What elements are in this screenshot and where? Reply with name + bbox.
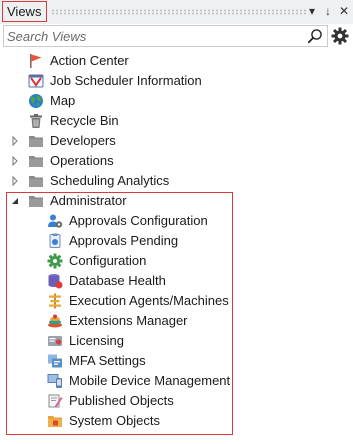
tree-item-label: Action Center bbox=[50, 53, 129, 68]
tree-item-licensing[interactable]: Licensing bbox=[47, 331, 124, 351]
panel-title: Views bbox=[2, 1, 47, 22]
search-icon[interactable] bbox=[307, 28, 323, 44]
tree-item-system-objects[interactable]: System Objects bbox=[47, 411, 160, 431]
approvals-config-icon bbox=[48, 214, 63, 228]
tree-item-label: System Objects bbox=[69, 413, 161, 428]
folder-developers[interactable]: Developers bbox=[28, 131, 116, 151]
tree-item-label: MFA Settings bbox=[69, 353, 146, 368]
tree-item-label: Approvals Pending bbox=[69, 233, 179, 248]
tree-item-label: Job Scheduler Information bbox=[50, 73, 202, 88]
tree-item-label: Developers bbox=[50, 133, 116, 148]
tree-item-label: Map bbox=[50, 93, 76, 108]
tree-item-label: Licensing bbox=[69, 333, 124, 348]
system-objects-icon bbox=[48, 416, 62, 427]
close-icon[interactable]: ✕ bbox=[337, 3, 351, 19]
database-health-icon bbox=[48, 274, 63, 289]
folder-operations[interactable]: Operations bbox=[28, 151, 114, 171]
configuration-icon bbox=[47, 253, 63, 269]
tree-item-action-center[interactable]: Action Center bbox=[28, 51, 129, 71]
tree-item-label: Execution Agents/Machines bbox=[69, 293, 229, 308]
tree-item-configuration[interactable]: Configuration bbox=[47, 251, 146, 271]
approvals-pending-icon bbox=[49, 233, 61, 248]
tree-item-label: Recycle Bin bbox=[50, 113, 119, 128]
extensions-icon bbox=[48, 314, 62, 328]
trash-icon bbox=[30, 114, 42, 128]
tree-item-label: Operations bbox=[50, 153, 114, 168]
tree-item-label: Mobile Device Management bbox=[69, 373, 231, 388]
panel-header: Views ▾ ↓ ✕ bbox=[0, 0, 353, 24]
collapse-arrow-icon[interactable] bbox=[10, 196, 20, 206]
tree-item-approvals-pending[interactable]: Approvals Pending bbox=[47, 231, 178, 251]
search-input[interactable] bbox=[4, 26, 294, 46]
tree-item-label: Extensions Manager bbox=[69, 313, 188, 328]
drag-grip[interactable] bbox=[51, 9, 306, 15]
published-icon bbox=[48, 394, 63, 408]
tree-item-label: Configuration bbox=[69, 253, 147, 268]
tree-item-label: Database Health bbox=[69, 273, 166, 288]
tree-item-mobile-device-management[interactable]: Mobile Device Management bbox=[47, 371, 230, 391]
globe-icon bbox=[29, 94, 43, 108]
job-scheduler-icon bbox=[28, 74, 44, 88]
tree-item-map[interactable]: Map bbox=[28, 91, 75, 111]
tree-item-label: Scheduling Analytics bbox=[50, 173, 170, 188]
expand-arrow-icon[interactable] bbox=[10, 136, 20, 146]
folder-administrator[interactable]: Administrator bbox=[28, 191, 127, 211]
expand-arrow-icon[interactable] bbox=[10, 176, 20, 186]
tree-item-approvals-configuration[interactable]: Approvals Configuration bbox=[47, 211, 208, 231]
tree-item-label: Administrator bbox=[50, 193, 127, 208]
agents-icon bbox=[49, 293, 61, 309]
gear-icon[interactable] bbox=[331, 27, 349, 45]
flag-icon bbox=[30, 54, 42, 68]
tree-item-published-objects[interactable]: Published Objects bbox=[47, 391, 174, 411]
tree-item-job-scheduler[interactable]: Job Scheduler Information bbox=[28, 71, 202, 91]
search-box[interactable] bbox=[3, 25, 328, 47]
licensing-icon bbox=[48, 336, 62, 346]
folder-scheduling-analytics[interactable]: Scheduling Analytics bbox=[28, 171, 169, 191]
tree-item-database-health[interactable]: Database Health bbox=[47, 271, 166, 291]
tree-item-recycle-bin[interactable]: Recycle Bin bbox=[28, 111, 119, 131]
pin-icon[interactable]: ↓ bbox=[321, 3, 335, 19]
expand-arrow-icon[interactable] bbox=[10, 156, 20, 166]
folder-icon bbox=[29, 136, 43, 147]
folder-icon bbox=[29, 196, 43, 207]
folder-icon bbox=[29, 176, 43, 187]
tree-item-execution-agents[interactable]: Execution Agents/Machines bbox=[47, 291, 229, 311]
mobile-device-icon bbox=[47, 374, 62, 388]
tree-item-extensions-manager[interactable]: Extensions Manager bbox=[47, 311, 188, 331]
search-row bbox=[0, 25, 353, 49]
folder-icon bbox=[29, 156, 43, 167]
tree-item-label: Published Objects bbox=[69, 393, 174, 408]
mfa-icon bbox=[48, 354, 62, 368]
tree-item-mfa-settings[interactable]: MFA Settings bbox=[47, 351, 146, 371]
tree-item-label: Approvals Configuration bbox=[69, 213, 208, 228]
dropdown-icon[interactable]: ▾ bbox=[305, 3, 319, 19]
